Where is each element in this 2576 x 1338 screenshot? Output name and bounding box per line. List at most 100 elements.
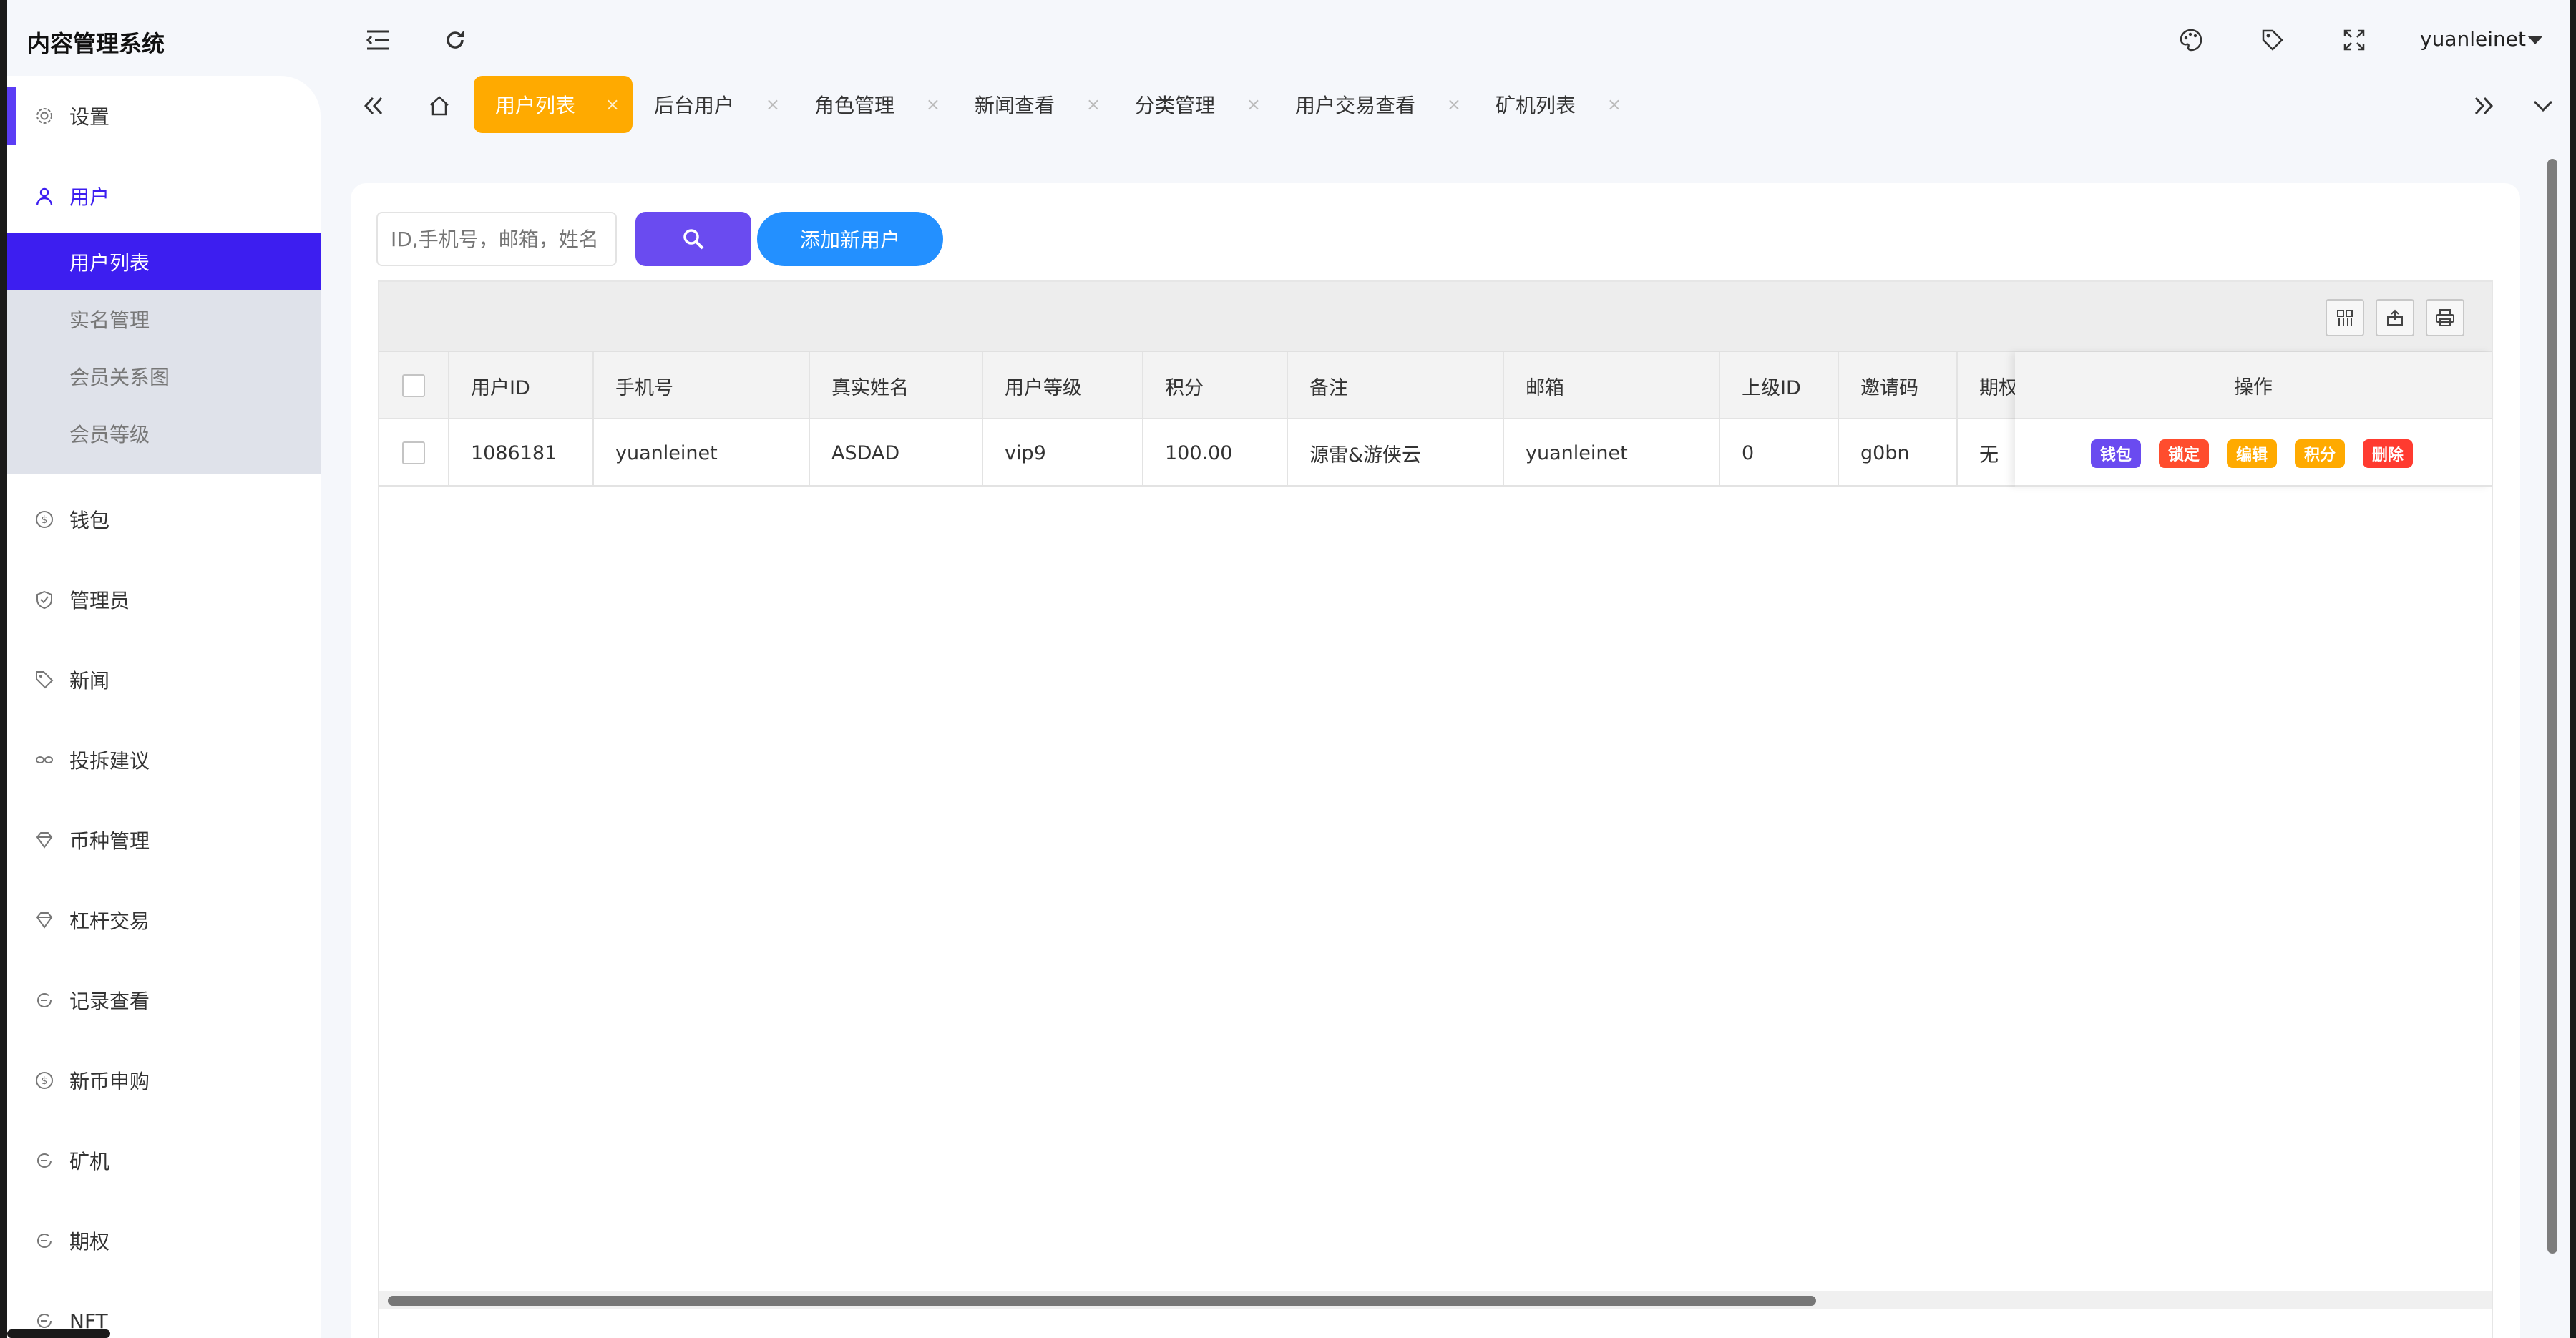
tab-label: 角色管理 [814, 94, 895, 117]
tab-user-list[interactable]: 用户列表 × [474, 76, 633, 133]
chevron-down-icon[interactable] [2523, 86, 2563, 126]
circle-arrow-icon [37, 1314, 52, 1328]
sidebar-item-feedback[interactable]: 投拆建议 [7, 731, 321, 788]
tab-role-management[interactable]: 角色管理 × [793, 76, 953, 133]
sidebar-item-label: 新币申购 [69, 1070, 150, 1093]
tab-bar: 用户列表 × 后台用户 × 角色管理 × 新闻查看 × 分类管理 × 用户交易查… [321, 76, 2570, 133]
dollar-icon: $ [36, 1072, 53, 1089]
delete-button[interactable]: 删除 [2363, 439, 2413, 468]
user-icon [36, 187, 53, 205]
svg-text:$: $ [42, 514, 48, 526]
header-checkbox-cell [379, 352, 449, 419]
main-content: 添加新用户 用户ID 手机号 真实姓名 用户等级 积分 备注 邮箱 上级ID [351, 183, 2520, 1338]
close-icon[interactable]: × [1086, 94, 1101, 114]
tab-label: 矿机列表 [1496, 94, 1576, 117]
sidebar-item-label: 新闻 [69, 669, 110, 693]
close-icon[interactable]: × [1246, 94, 1261, 114]
cell-parent-id: 0 [1720, 419, 1839, 487]
add-user-button[interactable]: 添加新用户 [757, 212, 943, 266]
theme-palette-icon[interactable] [2175, 24, 2207, 56]
menu-fold-icon[interactable] [362, 24, 394, 56]
cell-user-level: vip9 [983, 419, 1143, 487]
submenu-realname[interactable]: 实名管理 [7, 290, 321, 348]
close-icon[interactable]: × [766, 94, 780, 114]
sidebar-item-leverage[interactable]: 杠杆交易 [7, 892, 321, 949]
submenu-member-graph[interactable]: 会员关系图 [7, 348, 321, 405]
col-header-points: 积分 [1143, 352, 1288, 419]
points-button[interactable]: 积分 [2295, 439, 2345, 468]
sidebar-item-label: 期权 [69, 1230, 110, 1254]
sidebar-item-records[interactable]: 记录查看 [7, 972, 321, 1029]
shield-icon [36, 590, 52, 610]
sidebar-item-options[interactable]: 期权 [7, 1212, 321, 1269]
sidebar-item-users[interactable]: 用户 [7, 167, 321, 225]
chevron-down-icon[interactable] [2527, 36, 2543, 44]
fullscreen-icon[interactable] [2338, 24, 2370, 56]
tab-news-view[interactable]: 新闻查看 × [953, 76, 1113, 133]
tab-category-management[interactable]: 分类管理 × [1113, 76, 1274, 133]
tab-admin-users[interactable]: 后台用户 × [633, 76, 793, 133]
cell-phone: yuanleinet [594, 419, 810, 487]
gear-icon [36, 108, 52, 124]
sidebar-item-label: 管理员 [69, 589, 130, 612]
tag-icon [36, 671, 54, 689]
tag-icon[interactable] [2257, 24, 2288, 56]
search-input[interactable] [376, 212, 617, 266]
sidebar-item-new-coin[interactable]: $ 新币申购 [7, 1052, 321, 1109]
circle-arrow-icon [37, 1234, 52, 1248]
vertical-scrollbar[interactable] [2547, 159, 2557, 1254]
sidebar-item-label: 用户 [69, 185, 110, 209]
submenu-member-level[interactable]: 会员等级 [7, 405, 321, 462]
tab-label: 用户列表 [495, 94, 576, 117]
sidebar-item-news[interactable]: 新闻 [7, 651, 321, 708]
sidebar-item-admin[interactable]: 管理员 [7, 571, 321, 628]
chevrons-left-icon[interactable] [353, 86, 394, 126]
col-header-user-level: 用户等级 [983, 352, 1143, 419]
horizontal-scrollbar-thumb[interactable] [388, 1296, 1816, 1306]
col-header-remark: 备注 [1288, 352, 1504, 419]
sidebar-item-label: 钱包 [69, 509, 110, 532]
circle-arrow-icon [37, 993, 52, 1007]
col-header-actions: 操作 [2015, 352, 2492, 419]
cell-user-id: 1086181 [449, 419, 594, 487]
close-icon[interactable]: × [1447, 94, 1461, 114]
tab-label: 后台用户 [654, 94, 735, 117]
sidebar-item-label: 投拆建议 [69, 749, 150, 773]
table-toolbar [379, 282, 2492, 352]
close-icon[interactable]: × [926, 94, 940, 114]
search-button[interactable] [635, 212, 751, 266]
sidebar-item-currency[interactable]: 币种管理 [7, 811, 321, 869]
tab-label: 分类管理 [1135, 94, 1216, 117]
col-header-real-name: 真实姓名 [810, 352, 983, 419]
row-checkbox[interactable] [402, 441, 425, 464]
print-icon[interactable] [2426, 299, 2464, 336]
columns-icon[interactable] [2326, 299, 2364, 336]
edit-button[interactable]: 编辑 [2227, 439, 2277, 468]
lock-button[interactable]: 锁定 [2159, 439, 2209, 468]
tab-miner-list[interactable]: 矿机列表 × [1474, 76, 1634, 133]
export-icon[interactable] [2376, 299, 2414, 336]
circle-arrow-icon [37, 1153, 52, 1168]
sidebar-item-label: 币种管理 [69, 829, 150, 853]
submenu-user-list[interactable]: 用户列表 [7, 233, 321, 290]
horizontal-scrollbar[interactable] [379, 1291, 2492, 1309]
actions-column: 操作 钱包 锁定 编辑 积分 删除 [2015, 352, 2492, 487]
wallet-button[interactable]: 钱包 [2091, 439, 2141, 468]
refresh-icon[interactable] [439, 24, 471, 56]
top-header: 内容管理系统 yuanleinet [7, 0, 2570, 80]
home-icon[interactable] [419, 86, 459, 126]
sidebar-item-miner[interactable]: 矿机 [7, 1132, 321, 1189]
app-title: 内容管理系统 [27, 30, 165, 57]
close-icon[interactable]: × [1607, 94, 1621, 114]
user-table: 用户ID 手机号 真实姓名 用户等级 积分 备注 邮箱 上级ID 邀请码 期权 … [378, 280, 2493, 1338]
select-all-checkbox[interactable] [402, 374, 425, 397]
sidebar-item-settings[interactable]: 设置 [7, 87, 321, 145]
chevrons-right-icon[interactable] [2464, 86, 2504, 126]
diamond-icon [36, 912, 53, 929]
close-icon[interactable]: × [605, 94, 620, 114]
row-checkbox-cell [379, 419, 449, 487]
user-menu[interactable]: yuanleinet [2420, 27, 2526, 51]
sidebar-item-wallet[interactable]: $ 钱包 [7, 491, 321, 548]
cell-points: 100.00 [1143, 419, 1288, 487]
tab-user-trades[interactable]: 用户交易查看 × [1274, 76, 1474, 133]
